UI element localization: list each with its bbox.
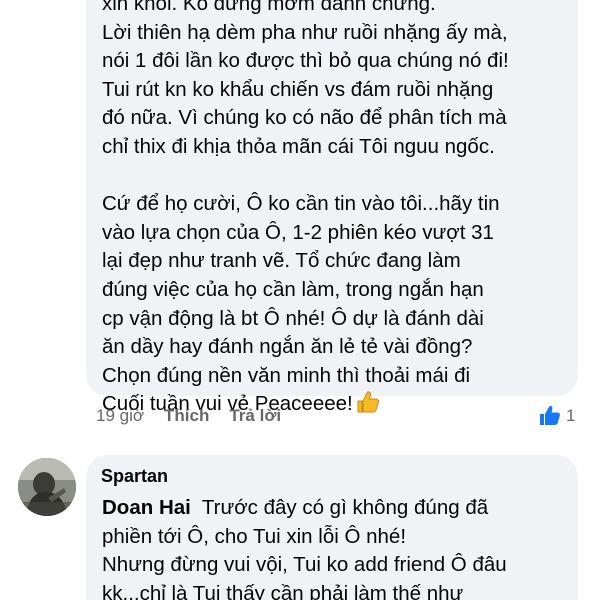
thumbs-up-emoji-icon [355,390,381,414]
reply-button[interactable]: Trả lời [229,406,281,426]
comment-text: xin khỏi. Ko đừng mớm đánh chứng. Lời th… [102,0,582,419]
reaction-count: 1 [566,406,576,425]
avatar[interactable] [18,458,76,516]
comment-text: Doan Hai Trước đây có gì không đúng đã p… [102,494,572,600]
mention-link[interactable]: Doan Hai [102,496,191,519]
comment-actions: 19 giờ Thích Trả lời [96,404,301,428]
like-reaction-icon [540,405,560,425]
like-button[interactable]: Thích [164,406,209,426]
reaction-summary[interactable]: 1 [538,404,575,428]
comment-timestamp[interactable]: 19 giờ [96,406,144,426]
comment-author[interactable]: Spartan [101,466,168,487]
comment-body: xin khỏi. Ko đừng mớm đánh chứng. Lời th… [102,0,509,416]
